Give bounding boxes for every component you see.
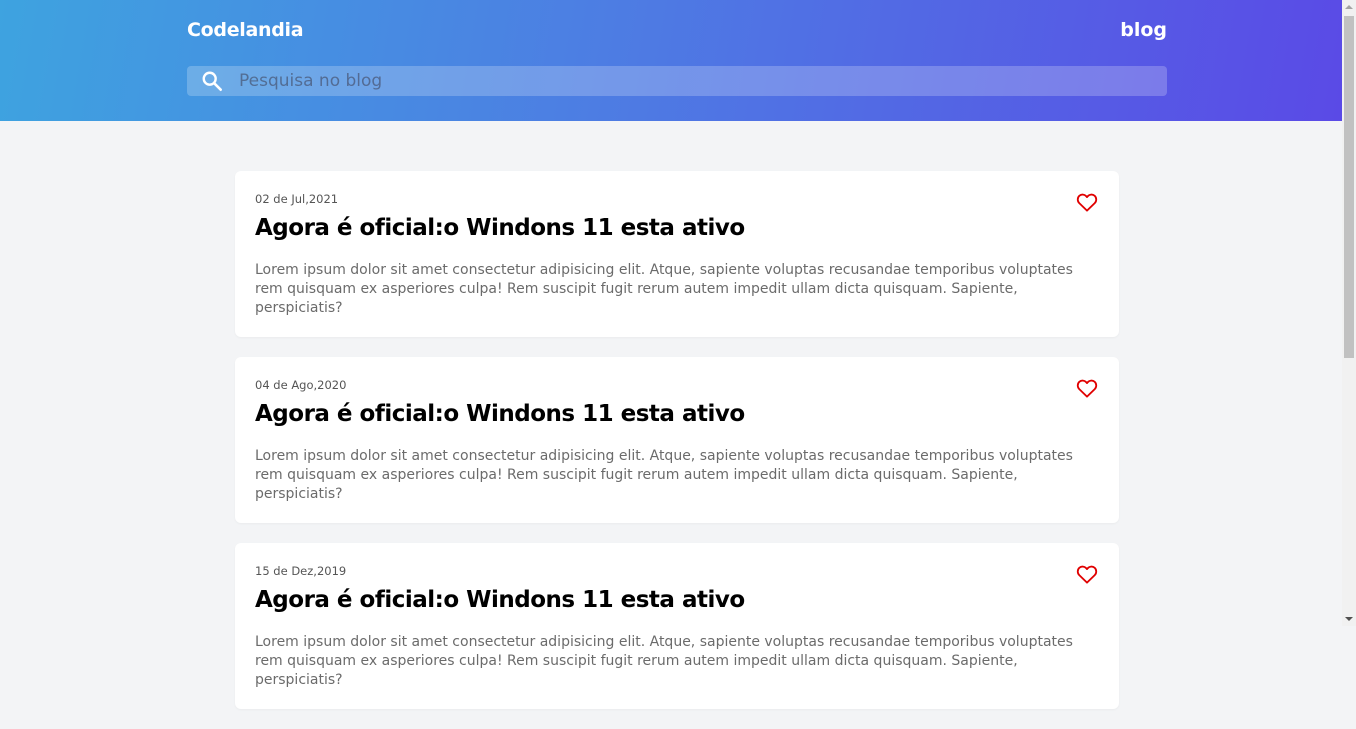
site-header: Codelandia blog <box>0 0 1342 121</box>
nav-link-blog[interactable]: blog <box>1120 19 1167 41</box>
post-date: 02 de Jul,2021 <box>255 192 339 206</box>
post-card[interactable]: 04 de Ago,2020 Agora é oficial:o Windons… <box>235 357 1119 523</box>
post-title[interactable]: Agora é oficial:o Windons 11 esta ativo <box>255 587 745 613</box>
scroll-down-arrow-icon[interactable] <box>1342 612 1356 626</box>
search-bar[interactable] <box>187 66 1167 96</box>
post-date: 04 de Ago,2020 <box>255 378 347 392</box>
post-excerpt: Lorem ipsum dolor sit amet consectetur a… <box>255 262 1073 316</box>
brand-logo[interactable]: Codelandia <box>187 19 304 41</box>
post-excerpt: Lorem ipsum dolor sit amet consectetur a… <box>255 448 1073 502</box>
post-card[interactable]: 15 de Dez,2019 Agora é oficial:o Windons… <box>235 543 1119 709</box>
scroll-up-arrow-icon[interactable] <box>1342 0 1356 14</box>
search-input[interactable] <box>237 70 1167 92</box>
heart-icon[interactable] <box>1076 564 1098 584</box>
heart-icon[interactable] <box>1076 378 1098 398</box>
post-title[interactable]: Agora é oficial:o Windons 11 esta ativo <box>255 401 745 427</box>
post-list: 02 de Jul,2021 Agora é oficial:o Windons… <box>235 171 1119 729</box>
post-card[interactable]: 02 de Jul,2021 Agora é oficial:o Windons… <box>235 171 1119 337</box>
search-icon <box>202 71 222 91</box>
heart-icon[interactable] <box>1076 192 1098 212</box>
post-excerpt: Lorem ipsum dolor sit amet consectetur a… <box>255 634 1073 688</box>
scrollbar-thumb[interactable] <box>1344 16 1354 358</box>
vertical-scrollbar[interactable] <box>1342 0 1356 626</box>
post-date: 15 de Dez,2019 <box>255 564 347 578</box>
post-title[interactable]: Agora é oficial:o Windons 11 esta ativo <box>255 215 745 241</box>
